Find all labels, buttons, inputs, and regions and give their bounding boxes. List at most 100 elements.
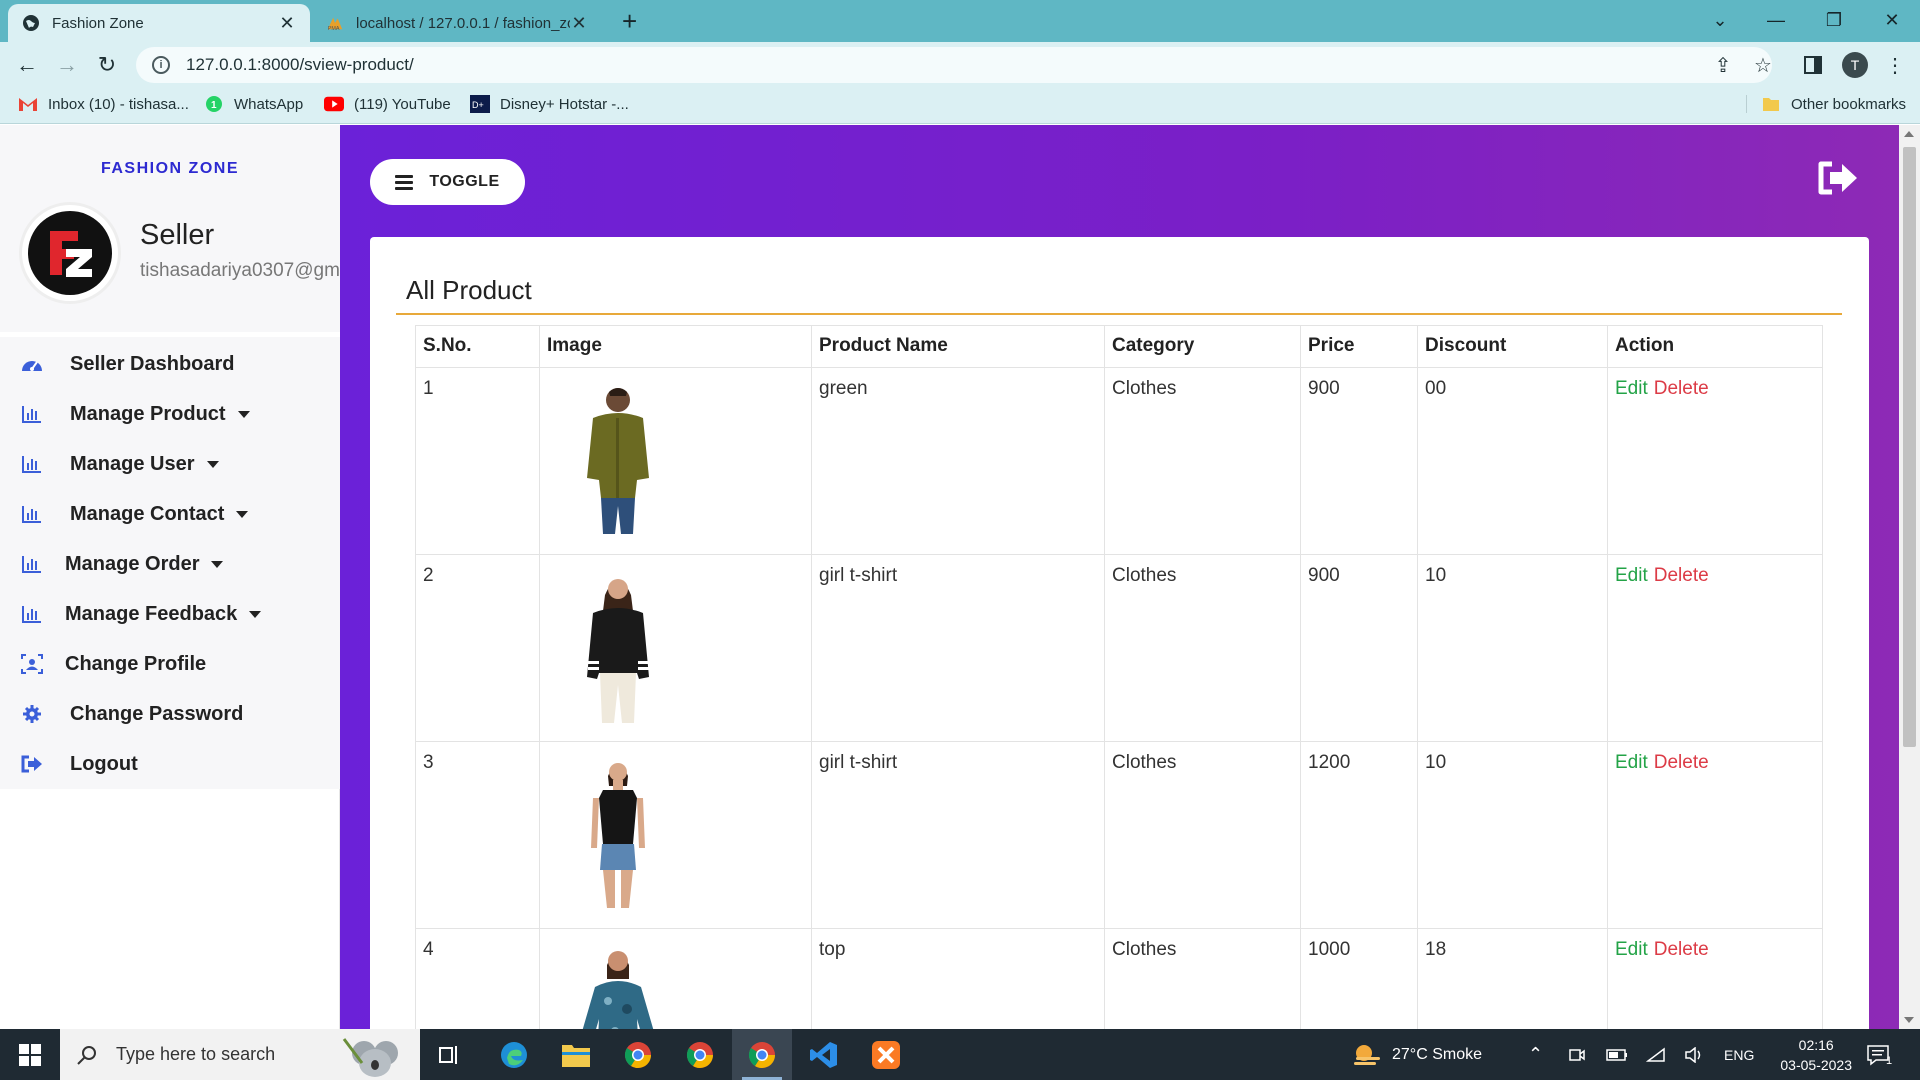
cell-discount: 10: [1417, 554, 1608, 742]
sidebar-item-manage-order[interactable]: Manage Order: [0, 539, 340, 589]
tab-close-icon[interactable]: ✕: [278, 13, 296, 34]
toggle-button[interactable]: TOGGLE: [370, 159, 525, 205]
notification-icon[interactable]: 1: [1866, 1029, 1892, 1080]
minimize-icon[interactable]: —: [1748, 0, 1804, 40]
bookmark-hotstar[interactable]: D+ Disney+ Hotstar -...: [470, 95, 629, 113]
bookmark-gmail[interactable]: Inbox (10) - tishasa...: [18, 95, 189, 113]
sidebar-item-change-profile[interactable]: Change Profile: [0, 639, 340, 689]
seller-email: tishasadariya0307@gmail.com: [140, 260, 368, 281]
meet-icon[interactable]: [1568, 1029, 1586, 1080]
chrome-active-icon[interactable]: [732, 1029, 792, 1080]
edit-link[interactable]: Edit: [1615, 752, 1648, 773]
tab-close-icon[interactable]: ✕: [570, 13, 588, 34]
edit-link[interactable]: Edit: [1615, 378, 1648, 399]
column-header: Category: [1104, 325, 1301, 368]
cell-sno: 1: [415, 367, 540, 555]
product-image[interactable]: [563, 565, 673, 725]
product-image[interactable]: [563, 752, 673, 912]
taskbar-search[interactable]: Type here to search: [60, 1029, 420, 1080]
phpmyadmin-icon: PMA: [326, 14, 344, 32]
volume-icon[interactable]: [1684, 1029, 1704, 1080]
other-bookmarks[interactable]: Other bookmarks: [1746, 95, 1906, 113]
bookmark-youtube[interactable]: (119) YouTube: [324, 95, 451, 113]
column-header: Price: [1300, 325, 1418, 368]
page-title: All Product: [406, 275, 532, 305]
weather-widget[interactable]: 27°C Smoke: [1352, 1029, 1482, 1080]
url-text: 127.0.0.1:8000/sview-product/: [186, 55, 414, 74]
delete-link[interactable]: Delete: [1654, 378, 1709, 399]
task-view-icon[interactable]: [420, 1029, 480, 1080]
menu-dots-icon[interactable]: ⋮: [1880, 50, 1910, 80]
system-clock[interactable]: 02:16 03-05-2023: [1780, 1035, 1852, 1075]
tab-phpmyadmin[interactable]: PMA localhost / 127.0.0.1 / fashion_zo ✕: [312, 4, 602, 42]
chevron-down-icon: [206, 460, 219, 468]
chart-icon: [20, 402, 44, 426]
new-tab-icon[interactable]: +: [622, 6, 637, 37]
search-icon: [77, 1045, 96, 1065]
sidebar-item-manage-user[interactable]: Manage User: [0, 439, 340, 489]
page: FASHION ZONE Seller tishasadariya0307@gm…: [0, 125, 1920, 1080]
scrollbar-thumb[interactable]: [1903, 147, 1916, 747]
chrome-profile-icon[interactable]: [670, 1029, 730, 1080]
reload-icon[interactable]: ↻: [92, 50, 122, 80]
sidebar-item-seller-dashboard[interactable]: Seller Dashboard: [0, 339, 340, 389]
sidebar-item-manage-contact[interactable]: Manage Contact: [0, 489, 340, 539]
sidebar-item-change-password[interactable]: Change Password: [0, 689, 340, 739]
page-scrollbar[interactable]: [1899, 125, 1920, 1029]
product-image[interactable]: [563, 378, 673, 538]
sidebar-item-manage-product[interactable]: Manage Product: [0, 389, 340, 439]
site-info-icon[interactable]: i: [152, 56, 170, 74]
tab-search-icon[interactable]: ⌄: [1692, 0, 1748, 40]
table-header-row: S.No. Image Product Name Category Price …: [415, 325, 1823, 368]
chart-icon: [20, 552, 44, 576]
table-row: 2 girl t-shirt Clothes 900 10 Edit Delet…: [415, 554, 1823, 742]
delete-link[interactable]: Delete: [1654, 752, 1709, 773]
column-header: Image: [539, 325, 812, 368]
delete-link[interactable]: Delete: [1654, 565, 1709, 586]
cell-discount: 00: [1417, 367, 1608, 555]
windows-start-icon[interactable]: [0, 1029, 60, 1080]
bookmark-whatsapp[interactable]: 1 WhatsApp: [204, 95, 303, 113]
exit-icon[interactable]: [1816, 159, 1860, 197]
column-header: Action: [1607, 325, 1823, 368]
profile-avatar[interactable]: T: [1840, 50, 1870, 80]
chevron-down-icon: [236, 510, 249, 518]
delete-link[interactable]: Delete: [1654, 939, 1709, 960]
forward-icon[interactable]: →: [52, 50, 82, 80]
close-window-icon[interactable]: ✕: [1864, 0, 1920, 40]
chrome-icon[interactable]: [608, 1029, 668, 1080]
wifi-icon[interactable]: [1646, 1029, 1666, 1080]
edit-link[interactable]: Edit: [1615, 565, 1648, 586]
search-placeholder: Type here to search: [116, 1044, 276, 1064]
seller-name: Seller: [140, 219, 215, 251]
language-indicator[interactable]: ENG: [1724, 1029, 1754, 1080]
file-explorer-icon[interactable]: [546, 1029, 606, 1080]
cell-product-name: girl t-shirt: [811, 741, 1105, 929]
sidebar-divider: [0, 332, 340, 337]
brand-title[interactable]: FASHION ZONE: [0, 160, 340, 178]
edge-icon[interactable]: [484, 1029, 544, 1080]
tab-fashion-zone[interactable]: Fashion Zone ✕: [8, 4, 310, 42]
battery-icon[interactable]: [1606, 1029, 1628, 1080]
sidebar-item-manage-feedback[interactable]: Manage Feedback: [0, 589, 340, 639]
edit-link[interactable]: Edit: [1615, 939, 1648, 960]
restore-icon[interactable]: ❐: [1806, 0, 1862, 40]
scroll-up-icon[interactable]: [1904, 131, 1914, 137]
cell-discount: 10: [1417, 741, 1608, 929]
share-icon[interactable]: ⇪: [1708, 50, 1738, 80]
sidebar-item-logout[interactable]: Logout: [0, 739, 340, 789]
cell-sno: 2: [415, 554, 540, 742]
back-icon[interactable]: ←: [12, 50, 42, 80]
vscode-icon[interactable]: [794, 1029, 854, 1080]
gmail-icon: [18, 95, 38, 113]
koala-icon: [342, 1038, 398, 1077]
side-panel-icon[interactable]: [1798, 50, 1828, 80]
scroll-down-icon[interactable]: [1904, 1017, 1914, 1023]
xampp-icon[interactable]: [856, 1029, 916, 1080]
chevron-up-icon[interactable]: ⌃: [1528, 1029, 1543, 1080]
folder-icon: [1761, 95, 1781, 113]
bookmark-star-icon[interactable]: ☆: [1748, 50, 1778, 80]
url-bar[interactable]: i 127.0.0.1:8000/sview-product/: [136, 47, 1772, 83]
fz-logo-icon: [28, 211, 112, 295]
cell-product-name: green: [811, 367, 1105, 555]
